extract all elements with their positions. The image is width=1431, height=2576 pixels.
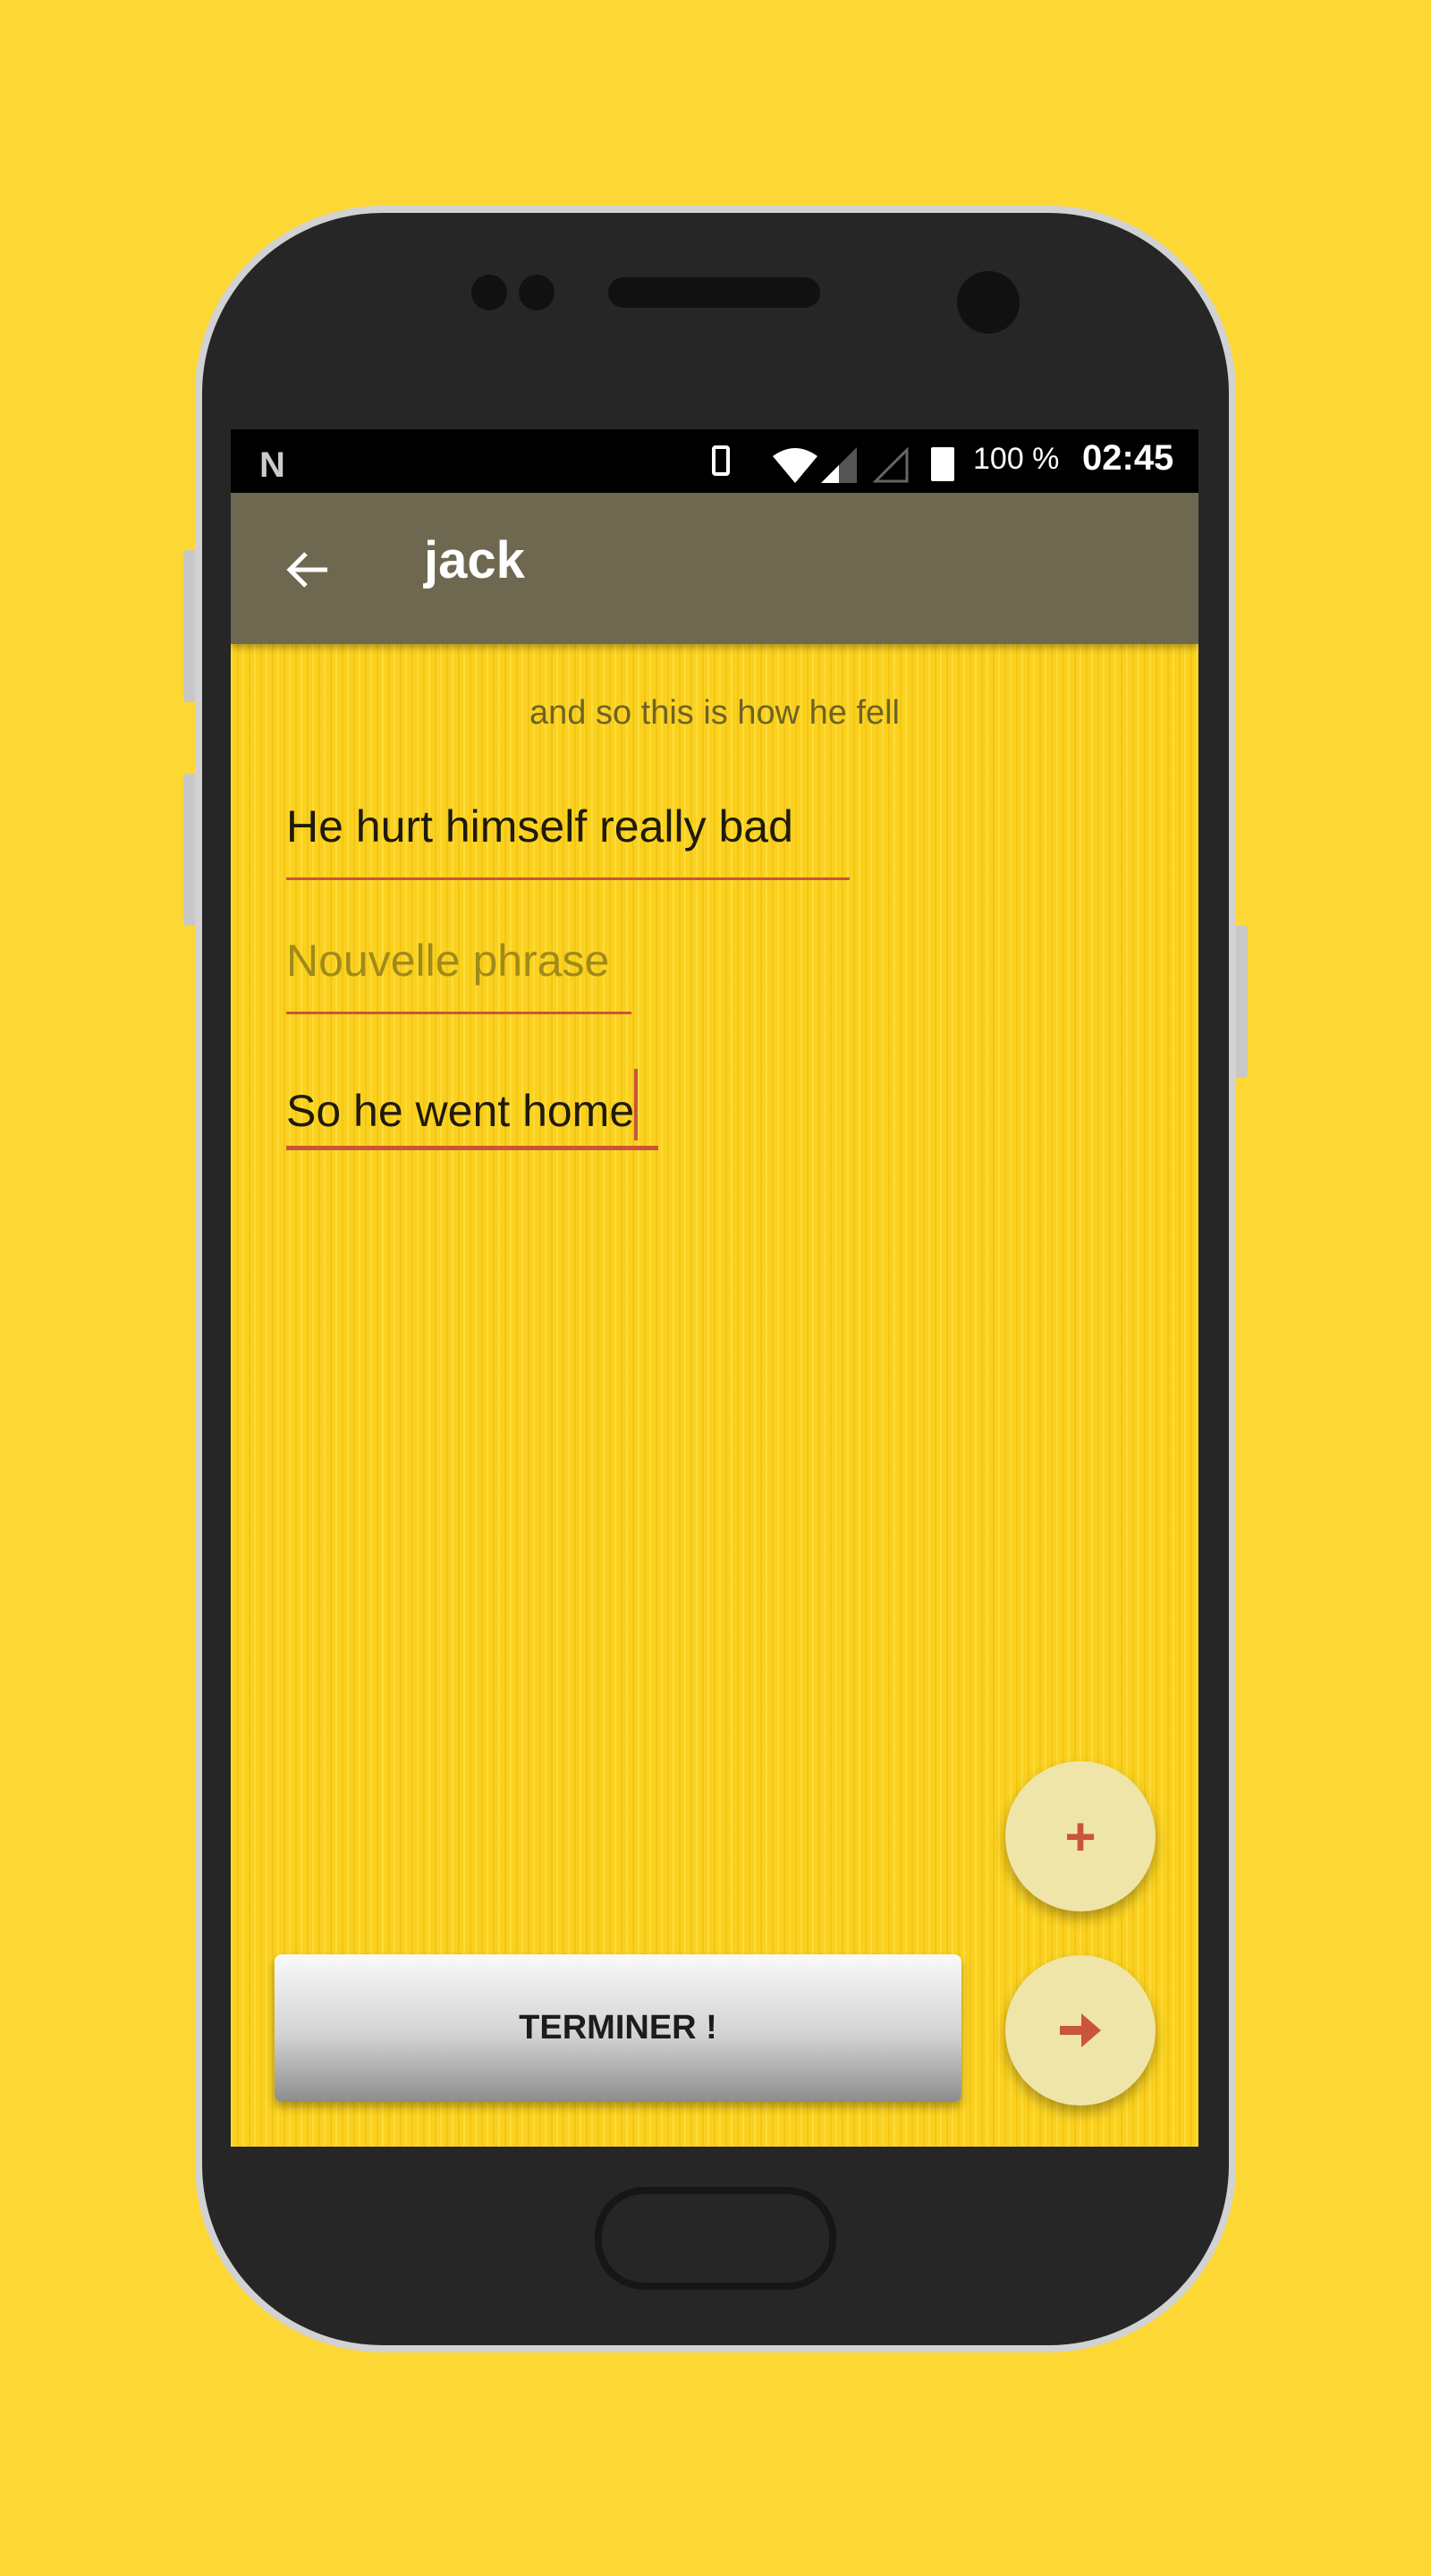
battery-icon: [931, 447, 954, 481]
vibrate-icon: [712, 445, 730, 476]
clock: 02:45: [1082, 438, 1174, 478]
text-cursor: [634, 1069, 639, 1140]
field-underline: [286, 1012, 631, 1014]
sentence-field-1[interactable]: He hurt himself really bad: [286, 801, 850, 880]
prompt-text: and so this is how he fell: [529, 694, 900, 732]
finish-button-label: TERMINER !: [519, 2009, 717, 2046]
status-bar: N 100 % 02:45: [231, 429, 1198, 493]
arrow-right-icon: [1060, 2013, 1101, 2047]
arrow-left-icon[interactable]: [284, 550, 329, 589]
signal-empty-icon: [873, 447, 909, 483]
wifi-icon: [773, 448, 817, 483]
toolbar: jack: [231, 493, 1198, 644]
sensor-dot: [471, 275, 507, 310]
speaker-grille: [608, 277, 820, 308]
sentence-field-value: So he went home: [286, 1069, 658, 1140]
plus-icon: +: [1064, 1806, 1097, 1867]
sensor-dot: [519, 275, 555, 310]
sentence-field-text: So he went home: [286, 1086, 635, 1136]
home-button[interactable]: [595, 2187, 836, 2290]
battery-percent: 100 %: [973, 442, 1060, 476]
screen: N 100 % 02:45 jack and so this is how he…: [231, 429, 1198, 2147]
sentence-field-placeholder: Nouvelle phrase: [286, 936, 610, 986]
power-button[interactable]: [1234, 926, 1248, 1078]
sentence-field-3[interactable]: So he went home: [286, 1069, 658, 1150]
sentence-field-2[interactable]: Nouvelle phrase: [286, 935, 631, 1014]
next-button[interactable]: [1005, 1955, 1156, 2106]
front-camera: [957, 271, 1020, 334]
add-sentence-button[interactable]: +: [1005, 1761, 1156, 1911]
field-underline: [286, 1146, 658, 1150]
page-title: jack: [424, 531, 525, 589]
sentence-field-value: He hurt himself really bad: [286, 801, 793, 852]
n-icon: N: [259, 445, 285, 485]
field-underline: [286, 877, 850, 880]
finish-button[interactable]: TERMINER !: [275, 1954, 961, 2102]
signal-icon: [821, 447, 857, 483]
